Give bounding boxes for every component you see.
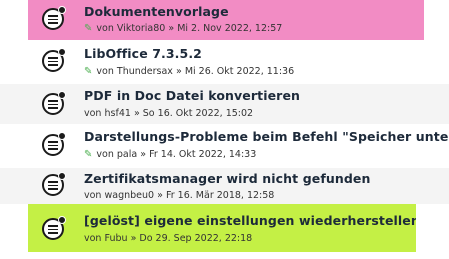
topic-date: Mi 2. Nov 2022, 12:57 xyxy=(177,23,283,34)
topic-date: Fr 14. Okt 2022, 14:33 xyxy=(149,149,257,160)
topic-meta: ✎ von Thundersax » Mi 26. Okt 2022, 11:36 xyxy=(84,66,295,77)
topic-title[interactable]: Dokumentenvorlage xyxy=(84,4,229,19)
topic-title[interactable]: Zertifikatsmanager wird nicht gefunden xyxy=(84,171,371,186)
topic-unread-icon xyxy=(42,48,66,72)
author-link[interactable]: Thundersax xyxy=(117,66,173,77)
topic-date: Mi 26. Okt 2022, 11:36 xyxy=(184,66,295,77)
topic-unread-icon xyxy=(42,6,66,30)
topic-meta: von wagnbeu0 » Fr 16. Mär 2018, 12:58 xyxy=(84,190,275,201)
paperclip-icon: ✎ xyxy=(84,23,93,34)
topic-date: Fr 16. Mär 2018, 12:58 xyxy=(165,190,275,201)
topic-date: So 16. Okt 2022, 15:02 xyxy=(142,108,254,119)
topic-unread-icon xyxy=(42,216,66,240)
author-link[interactable]: wagnbeu0 xyxy=(105,190,155,201)
topic-row[interactable]: PDF in Doc Datei konvertieren von hsf41 … xyxy=(0,84,449,124)
paperclip-icon: ✎ xyxy=(84,66,93,77)
topic-row[interactable]: Zertifikatsmanager wird nicht gefunden v… xyxy=(0,168,449,204)
author-link[interactable]: Viktoria80 xyxy=(117,23,165,34)
topic-unread-icon xyxy=(42,91,66,115)
topic-row[interactable]: Dokumentenvorlage ✎ von Viktoria80 » Mi 2… xyxy=(28,0,424,40)
topic-list: Dokumentenvorlage ✎ von Viktoria80 » Mi 2… xyxy=(0,0,449,259)
topic-title[interactable]: PDF in Doc Datei konvertieren xyxy=(84,88,300,103)
topic-meta: von hsf41 » So 16. Okt 2022, 15:02 xyxy=(84,108,254,119)
topic-row[interactable]: LibOffice 7.3.5.2 ✎ von Thundersax » Mi 2… xyxy=(0,40,449,84)
author-link[interactable]: pala xyxy=(117,149,137,160)
topic-row[interactable]: [gelöst] eigene einstellungen wiederhers… xyxy=(28,204,416,252)
topic-unread-icon xyxy=(42,172,66,196)
topic-meta: ✎ von Viktoria80 » Mi 2. Nov 2022, 12:57 xyxy=(84,23,283,34)
topic-title[interactable]: Darstellungs-Probleme beim Befehl "Speic… xyxy=(84,129,449,144)
author-link[interactable]: Fubu xyxy=(105,233,128,244)
topic-title[interactable]: [gelöst] eigene einstellungen wiederhers… xyxy=(84,213,416,228)
topic-meta: ✎ von pala » Fr 14. Okt 2022, 14:33 xyxy=(84,149,257,160)
topic-unread-icon xyxy=(42,132,66,156)
author-link[interactable]: hsf41 xyxy=(105,108,131,119)
topic-date: Do 29. Sep 2022, 22:18 xyxy=(139,233,253,244)
topic-row[interactable]: Darstellungs-Probleme beim Befehl "Speic… xyxy=(0,124,449,168)
paperclip-icon: ✎ xyxy=(84,149,93,160)
topic-meta: von Fubu » Do 29. Sep 2022, 22:18 xyxy=(84,233,253,244)
topic-title[interactable]: LibOffice 7.3.5.2 xyxy=(84,46,202,61)
